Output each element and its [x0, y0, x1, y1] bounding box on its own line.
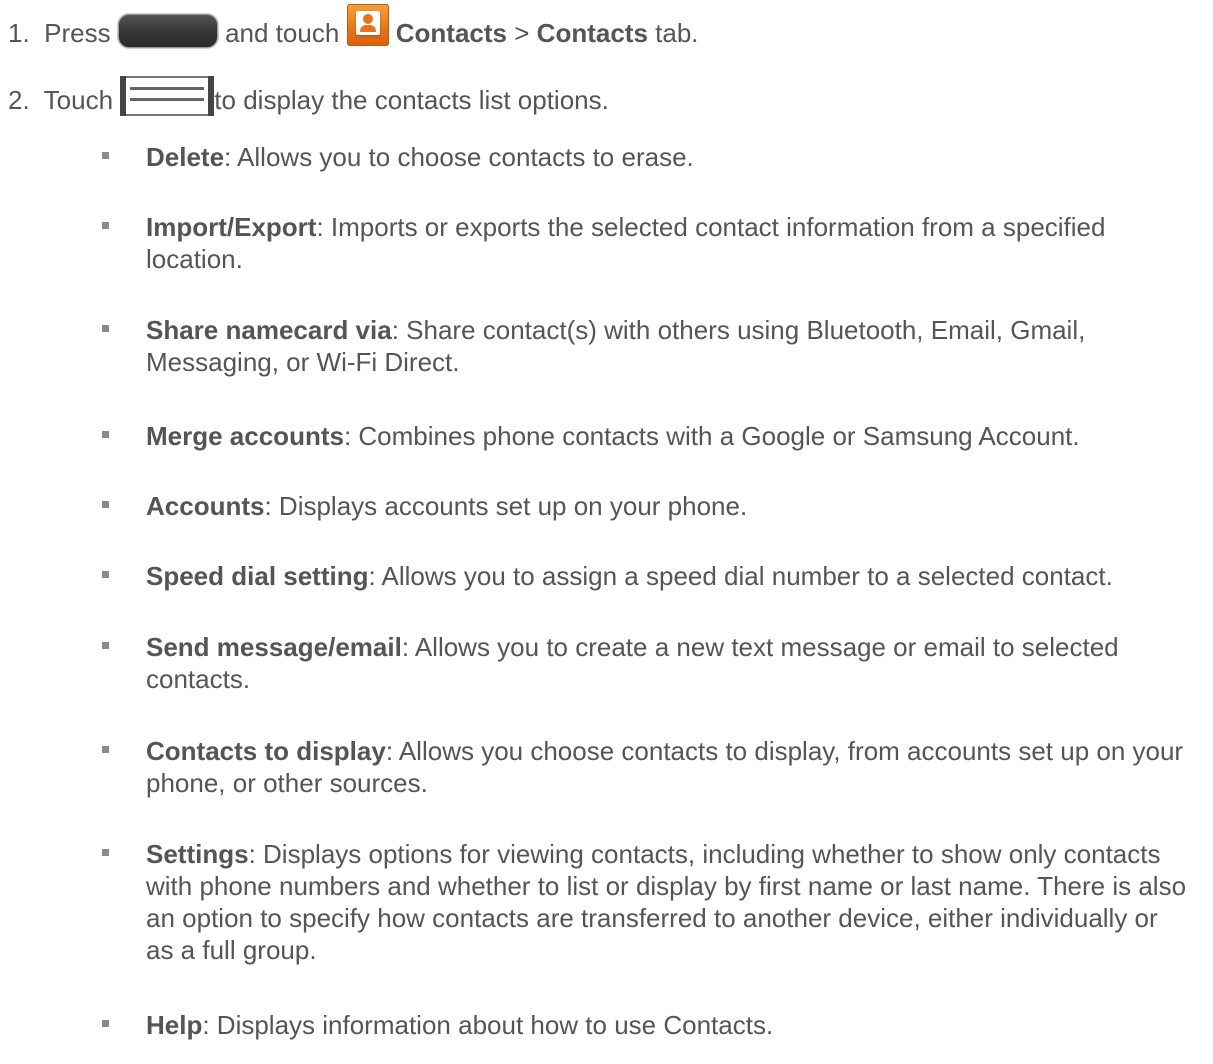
list-item-share-namecard: Share namecard via: Share contact(s) wit… — [102, 314, 1192, 378]
option-desc: : Displays options for viewing contacts,… — [146, 839, 1187, 965]
list-item-delete: Delete: Allows you to choose contacts to… — [102, 141, 1192, 173]
option-term: Merge accounts — [146, 421, 344, 451]
option-term: Settings — [146, 839, 249, 869]
bullet-icon — [102, 152, 109, 159]
home-button-icon — [117, 14, 218, 48]
option-term: Contacts to display — [146, 736, 386, 766]
bullet-icon — [102, 222, 109, 229]
option-term: Share namecard via — [146, 315, 392, 345]
bullet-icon — [102, 431, 109, 438]
menu-key-icon — [120, 76, 215, 116]
step-text: and touch — [225, 17, 340, 48]
option-term: Speed dial setting — [146, 561, 369, 591]
list-item-send-message: Send message/email: Allows you to create… — [102, 631, 1192, 695]
bullet-icon — [102, 642, 109, 649]
step-text: Press — [44, 17, 111, 48]
list-item-help: Help: Displays information about how to … — [102, 1009, 1192, 1041]
step-text: > — [514, 17, 530, 48]
option-desc: : Displays accounts set up on your phone… — [264, 491, 748, 521]
option-term: Accounts — [146, 491, 265, 521]
bullet-icon — [102, 571, 109, 578]
bullet-icon — [102, 849, 109, 856]
step-text: tab. — [655, 17, 699, 48]
step-number: 2. — [8, 84, 30, 115]
option-desc: : Allows you to assign a speed dial numb… — [368, 561, 1113, 591]
bullet-icon — [102, 325, 109, 332]
option-term: Delete — [146, 142, 225, 172]
step-text: to display the contacts list options. — [214, 84, 609, 115]
option-term: Import/Export — [146, 212, 317, 242]
bullet-icon — [102, 1020, 109, 1027]
list-item-accounts: Accounts: Displays accounts set up on yo… — [102, 490, 1192, 522]
contacts-app-icon — [346, 4, 389, 46]
step-bold-text: Contacts — [395, 17, 508, 48]
step-text: Touch — [43, 84, 114, 115]
bullet-icon — [102, 501, 109, 508]
step-number: 1. — [8, 17, 30, 48]
option-desc: : Displays information about how to use … — [202, 1010, 774, 1040]
step-bold-text: Contacts — [536, 17, 648, 48]
step-2: 2. Touch to display the contacts list op… — [8, 76, 609, 122]
option-desc: : Combines phone contacts with a Google … — [343, 421, 1080, 451]
option-desc: : Allows you to choose contacts to erase… — [224, 142, 694, 172]
list-item-merge-accounts: Merge accounts: Combines phone contacts … — [102, 420, 1192, 452]
list-item-contacts-to-display: Contacts to display: Allows you choose c… — [102, 735, 1192, 799]
step-1: 1. Press and touch Contacts > Contacts t… — [8, 4, 699, 56]
option-term: Send message/email — [146, 632, 402, 662]
bullet-icon — [102, 746, 109, 753]
option-term: Help — [146, 1010, 203, 1040]
list-item-speed-dial: Speed dial setting: Allows you to assign… — [102, 560, 1192, 592]
list-item-import-export: Import/Export: Imports or exports the se… — [102, 211, 1192, 275]
list-item-settings: Settings: Displays options for viewing c… — [102, 838, 1192, 966]
